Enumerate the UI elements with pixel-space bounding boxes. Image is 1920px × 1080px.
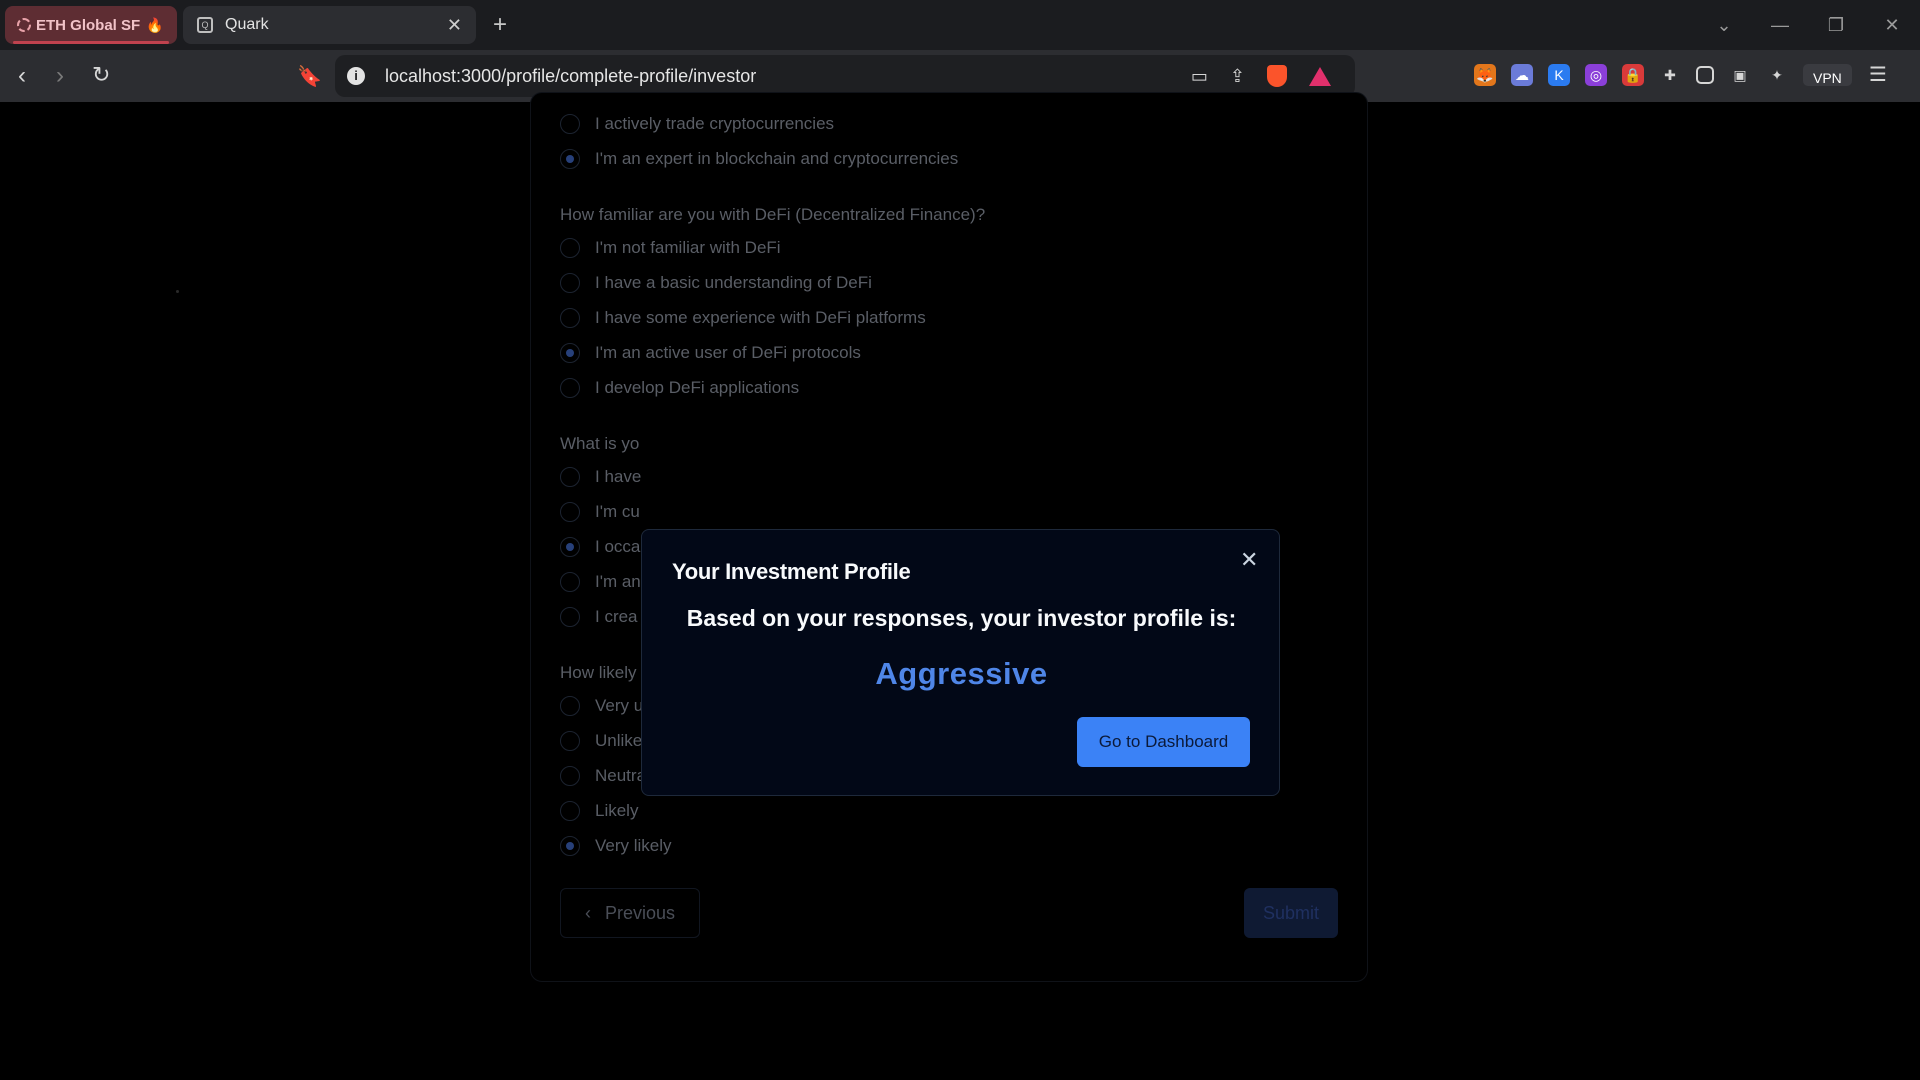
go-to-dashboard-button[interactable]: Go to Dashboard bbox=[1077, 717, 1250, 767]
radio-button[interactable] bbox=[560, 766, 580, 786]
vpn-button[interactable]: VPN bbox=[1803, 64, 1852, 86]
q4-option-5[interactable]: Very likely bbox=[560, 836, 672, 856]
q2-option-1[interactable]: I'm not familiar with DeFi bbox=[560, 238, 781, 258]
radio-button[interactable] bbox=[560, 308, 580, 328]
dialog-title: Your Investment Profile bbox=[672, 559, 911, 584]
close-window-icon[interactable]: ✕ bbox=[1864, 15, 1920, 36]
tab-search-chevron-icon[interactable]: ⌄ bbox=[1696, 15, 1752, 36]
q3-option-4[interactable]: I'm an bbox=[560, 572, 641, 592]
q3-option-5[interactable]: I crea bbox=[560, 607, 638, 627]
question-4: How likely bbox=[560, 663, 637, 682]
leo-ai-icon[interactable]: ✦ bbox=[1766, 64, 1788, 86]
q2-option-2[interactable]: I have a basic understanding of DeFi bbox=[560, 273, 872, 293]
wallet-icon[interactable]: ▣ bbox=[1729, 64, 1751, 86]
restore-icon[interactable]: ❐ bbox=[1808, 15, 1864, 36]
question-3: What is yo bbox=[560, 434, 640, 453]
metamask-icon[interactable]: 🦊 bbox=[1474, 64, 1496, 86]
favicon-icon: Q bbox=[197, 17, 213, 33]
page-content: I actively trade cryptocurrencies I'm an… bbox=[0, 92, 1920, 1080]
radio-button[interactable] bbox=[560, 696, 580, 716]
site-info-icon[interactable]: i bbox=[347, 67, 365, 85]
tab-group-underline bbox=[13, 41, 169, 44]
q4-option-3[interactable]: Neutral bbox=[560, 766, 650, 786]
q2-option-5[interactable]: I develop DeFi applications bbox=[560, 378, 799, 398]
stray-dot bbox=[176, 290, 179, 293]
question-defi: How familiar are you with DeFi (Decentra… bbox=[560, 205, 986, 224]
url-text[interactable]: localhost:3000/profile/complete-profile/… bbox=[385, 66, 1191, 87]
tab-quark[interactable]: Q Quark ✕ bbox=[183, 6, 476, 44]
brave-shields-icon[interactable] bbox=[1267, 65, 1287, 87]
chevron-left-icon: ‹ bbox=[584, 902, 591, 923]
q4-option-4[interactable]: Likely bbox=[560, 801, 638, 821]
radio-button[interactable] bbox=[560, 467, 580, 487]
sidebar-icon[interactable] bbox=[1696, 66, 1714, 84]
window-controls: ⌄ — ❐ ✕ bbox=[1696, 0, 1920, 50]
new-tab-icon[interactable]: + bbox=[493, 11, 507, 39]
radio-button-checked[interactable] bbox=[560, 343, 580, 363]
tab-title: Quark bbox=[225, 16, 269, 33]
radio-button[interactable] bbox=[560, 238, 580, 258]
loading-icon bbox=[17, 18, 31, 32]
brave-rewards-icon[interactable] bbox=[1309, 66, 1331, 86]
q1-option-2[interactable]: I'm an expert in blockchain and cryptocu… bbox=[560, 149, 958, 169]
radio-button[interactable] bbox=[560, 731, 580, 751]
investor-profile-result: Aggressive bbox=[875, 656, 1048, 691]
reload-icon[interactable]: ↻ bbox=[92, 62, 110, 88]
cast-icon[interactable]: ▭ bbox=[1191, 66, 1208, 87]
radio-button-checked[interactable] bbox=[560, 836, 580, 856]
radio-button[interactable] bbox=[560, 801, 580, 821]
address-bar[interactable]: i localhost:3000/profile/complete-profil… bbox=[335, 55, 1355, 97]
share-icon[interactable]: ⇪ bbox=[1230, 66, 1245, 87]
dialog-description: Based on your responses, your investor p… bbox=[686, 605, 1237, 631]
menu-icon[interactable]: ☰ bbox=[1867, 64, 1889, 86]
flame-icon: 🔥 bbox=[146, 16, 164, 33]
radio-button-checked[interactable] bbox=[560, 537, 580, 557]
q3-option-1[interactable]: I have bbox=[560, 467, 641, 487]
q1-option-1[interactable]: I actively trade cryptocurrencies bbox=[560, 114, 834, 134]
extension-k-icon[interactable]: K bbox=[1548, 64, 1570, 86]
tab-group-label: ETH Global SF bbox=[36, 16, 141, 34]
back-icon[interactable]: ‹ bbox=[18, 62, 26, 90]
bookmark-icon[interactable]: 🔖 bbox=[297, 64, 322, 89]
q2-option-3[interactable]: I have some experience with DeFi platfor… bbox=[560, 308, 926, 328]
radio-button[interactable] bbox=[560, 114, 580, 134]
extension-lock-icon[interactable]: 🔒 bbox=[1622, 64, 1644, 86]
radio-button-checked[interactable] bbox=[560, 149, 580, 169]
q3-option-3[interactable]: I occa bbox=[560, 537, 640, 557]
close-icon[interactable]: ✕ bbox=[1240, 547, 1258, 573]
radio-button[interactable] bbox=[560, 502, 580, 522]
extensions-puzzle-icon[interactable]: ✚ bbox=[1659, 64, 1681, 86]
extension-cloud-icon[interactable]: ☁ bbox=[1511, 64, 1533, 86]
q3-option-2[interactable]: I'm cu bbox=[560, 502, 640, 522]
q2-option-4[interactable]: I'm an active user of DeFi protocols bbox=[560, 343, 861, 363]
forward-icon[interactable]: › bbox=[56, 62, 64, 90]
minimize-icon[interactable]: — bbox=[1752, 15, 1808, 36]
radio-button[interactable] bbox=[560, 378, 580, 398]
tab-group-eth-global[interactable]: ETH Global SF 🔥 bbox=[5, 6, 177, 44]
radio-button[interactable] bbox=[560, 607, 580, 627]
radio-button[interactable] bbox=[560, 273, 580, 293]
browser-tab-bar: ETH Global SF 🔥 Q Quark ✕ + ⌄ — ❐ ✕ bbox=[0, 0, 1920, 50]
close-tab-icon[interactable]: ✕ bbox=[447, 15, 462, 36]
radio-button[interactable] bbox=[560, 572, 580, 592]
extensions-area: 🦊 ☁ K ◎ 🔒 ✚ ▣ ✦ VPN ☰ bbox=[1474, 64, 1904, 86]
extension-purple-icon[interactable]: ◎ bbox=[1585, 64, 1607, 86]
investment-profile-dialog: Your Investment Profile ✕ Based on your … bbox=[641, 529, 1280, 796]
previous-button[interactable]: ‹ Previous bbox=[560, 888, 700, 938]
submit-button[interactable]: Submit bbox=[1244, 888, 1338, 938]
